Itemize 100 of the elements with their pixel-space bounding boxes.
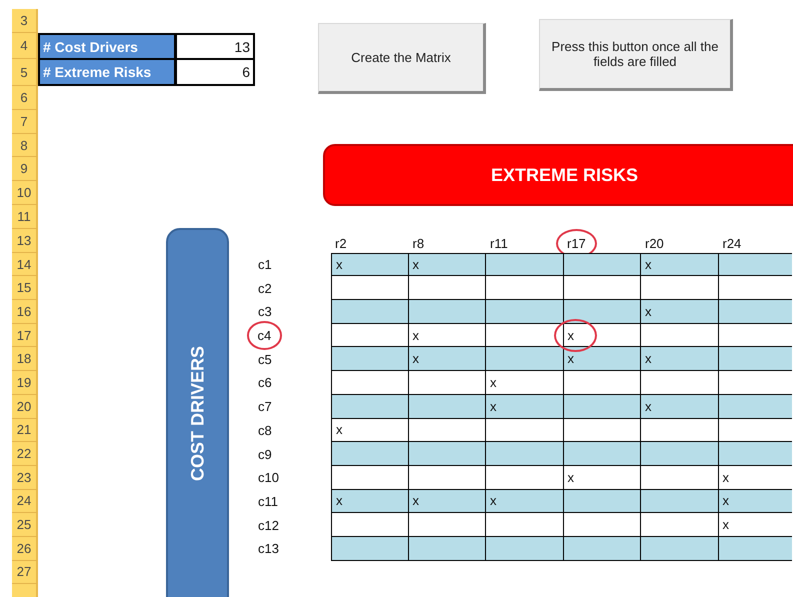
matrix-cell[interactable] bbox=[331, 324, 408, 348]
row-number[interactable]: 25 bbox=[12, 513, 38, 537]
matrix-cell[interactable] bbox=[564, 394, 641, 418]
matrix-cell[interactable] bbox=[331, 276, 408, 300]
row-number[interactable]: 19 bbox=[12, 371, 38, 395]
row-number[interactable]: 23 bbox=[12, 466, 38, 490]
matrix-cell[interactable] bbox=[564, 490, 641, 514]
matrix-cell[interactable] bbox=[641, 442, 718, 466]
matrix-cell[interactable] bbox=[718, 418, 792, 442]
matrix-cell[interactable]: x bbox=[331, 418, 408, 442]
row-number[interactable]: 22 bbox=[12, 442, 38, 466]
matrix-cell[interactable]: x bbox=[564, 466, 641, 490]
row-number[interactable]: 17 bbox=[12, 324, 38, 348]
matrix-cell[interactable] bbox=[641, 418, 718, 442]
matrix-cell[interactable] bbox=[486, 442, 564, 466]
matrix-cell[interactable] bbox=[408, 371, 486, 395]
matrix-cell[interactable] bbox=[564, 536, 641, 561]
matrix-cell[interactable] bbox=[486, 466, 564, 490]
row-number[interactable]: 5 bbox=[12, 59, 38, 86]
matrix-cell[interactable] bbox=[408, 276, 486, 300]
matrix-cell[interactable] bbox=[331, 513, 408, 537]
matrix-cell[interactable] bbox=[486, 347, 564, 372]
matrix-cell[interactable] bbox=[331, 536, 408, 561]
matrix-cell[interactable] bbox=[564, 300, 641, 324]
matrix-cell[interactable] bbox=[718, 252, 792, 276]
matrix-cell[interactable] bbox=[331, 442, 408, 466]
row-number[interactable]: 14 bbox=[12, 252, 38, 276]
row-number[interactable]: 16 bbox=[12, 300, 38, 324]
matrix-cell[interactable] bbox=[641, 371, 718, 395]
matrix-cell[interactable]: x bbox=[718, 466, 792, 490]
matrix-cell[interactable] bbox=[408, 536, 486, 561]
matrix-cell[interactable] bbox=[641, 490, 718, 514]
matrix-cell[interactable] bbox=[718, 536, 792, 561]
row-number[interactable]: 10 bbox=[12, 181, 38, 205]
matrix-cell[interactable] bbox=[331, 466, 408, 490]
row-number[interactable]: 27 bbox=[12, 560, 38, 584]
matrix-cell[interactable]: x bbox=[408, 324, 486, 348]
matrix-cell[interactable] bbox=[718, 324, 792, 348]
matrix-cell[interactable]: x bbox=[408, 347, 486, 372]
matrix-cell[interactable]: x bbox=[408, 490, 486, 514]
matrix-cell[interactable]: x bbox=[641, 300, 718, 324]
matrix-cell[interactable]: x bbox=[331, 252, 408, 276]
matrix-cell[interactable] bbox=[486, 324, 564, 348]
matrix-cell[interactable] bbox=[641, 513, 718, 537]
matrix-cell[interactable] bbox=[718, 394, 792, 418]
matrix-cell[interactable]: x bbox=[718, 513, 792, 537]
row-number[interactable]: 13 bbox=[12, 229, 38, 253]
summary-value[interactable]: 6 bbox=[175, 59, 255, 86]
matrix-cell[interactable]: x bbox=[564, 347, 641, 372]
row-number[interactable]: 6 bbox=[12, 86, 38, 110]
matrix-cell[interactable] bbox=[718, 442, 792, 466]
matrix-cell[interactable]: x bbox=[486, 490, 564, 514]
matrix-cell[interactable] bbox=[564, 371, 641, 395]
matrix-cell[interactable]: x bbox=[408, 252, 486, 276]
matrix-cell[interactable]: x bbox=[641, 394, 718, 418]
matrix-cell[interactable]: x bbox=[718, 490, 792, 514]
matrix-cell[interactable] bbox=[486, 536, 564, 561]
row-number[interactable]: 18 bbox=[12, 347, 38, 372]
matrix-cell[interactable] bbox=[408, 513, 486, 537]
summary-value[interactable]: 13 bbox=[175, 33, 255, 59]
matrix-cell[interactable] bbox=[408, 442, 486, 466]
row-number[interactable]: 9 bbox=[12, 157, 38, 181]
matrix-cell[interactable] bbox=[641, 536, 718, 561]
matrix-cell[interactable] bbox=[564, 418, 641, 442]
row-number[interactable]: 11 bbox=[12, 205, 38, 229]
row-number[interactable]: 8 bbox=[12, 134, 38, 157]
matrix-cell[interactable] bbox=[408, 394, 486, 418]
matrix-cell[interactable] bbox=[331, 347, 408, 372]
matrix-cell[interactable] bbox=[486, 513, 564, 537]
submit-button[interactable]: Press this button once all the fields are filled bbox=[539, 19, 733, 91]
create-matrix-button[interactable]: Create the Matrix bbox=[318, 23, 486, 94]
matrix-cell[interactable] bbox=[408, 466, 486, 490]
row-number[interactable]: 3 bbox=[12, 9, 38, 33]
matrix-cell[interactable] bbox=[486, 418, 564, 442]
matrix-cell[interactable] bbox=[408, 300, 486, 324]
matrix-cell[interactable] bbox=[718, 300, 792, 324]
matrix-cell[interactable] bbox=[331, 300, 408, 324]
matrix-cell[interactable]: x bbox=[486, 394, 564, 418]
matrix-cell[interactable] bbox=[486, 252, 564, 276]
matrix-cell[interactable] bbox=[564, 513, 641, 537]
matrix-cell[interactable] bbox=[564, 252, 641, 276]
matrix-cell[interactable] bbox=[408, 418, 486, 442]
row-number[interactable]: 4 bbox=[12, 33, 38, 59]
row-number[interactable]: 21 bbox=[12, 418, 38, 442]
matrix-cell[interactable] bbox=[564, 442, 641, 466]
matrix-cell[interactable] bbox=[641, 324, 718, 348]
matrix-cell[interactable] bbox=[486, 300, 564, 324]
row-number[interactable]: 26 bbox=[12, 536, 38, 561]
matrix-cell[interactable] bbox=[718, 347, 792, 372]
row-number[interactable]: 15 bbox=[12, 276, 38, 300]
matrix-cell[interactable]: x bbox=[331, 490, 408, 514]
matrix-cell[interactable]: x bbox=[641, 347, 718, 372]
matrix-cell[interactable] bbox=[486, 276, 564, 300]
matrix-cell[interactable] bbox=[718, 371, 792, 395]
matrix-cell[interactable]: x bbox=[641, 252, 718, 276]
row-number[interactable]: 7 bbox=[12, 110, 38, 134]
matrix-cell[interactable] bbox=[641, 276, 718, 300]
matrix-cell[interactable] bbox=[331, 394, 408, 418]
matrix-cell[interactable]: x bbox=[564, 324, 641, 348]
matrix-cell[interactable] bbox=[564, 276, 641, 300]
